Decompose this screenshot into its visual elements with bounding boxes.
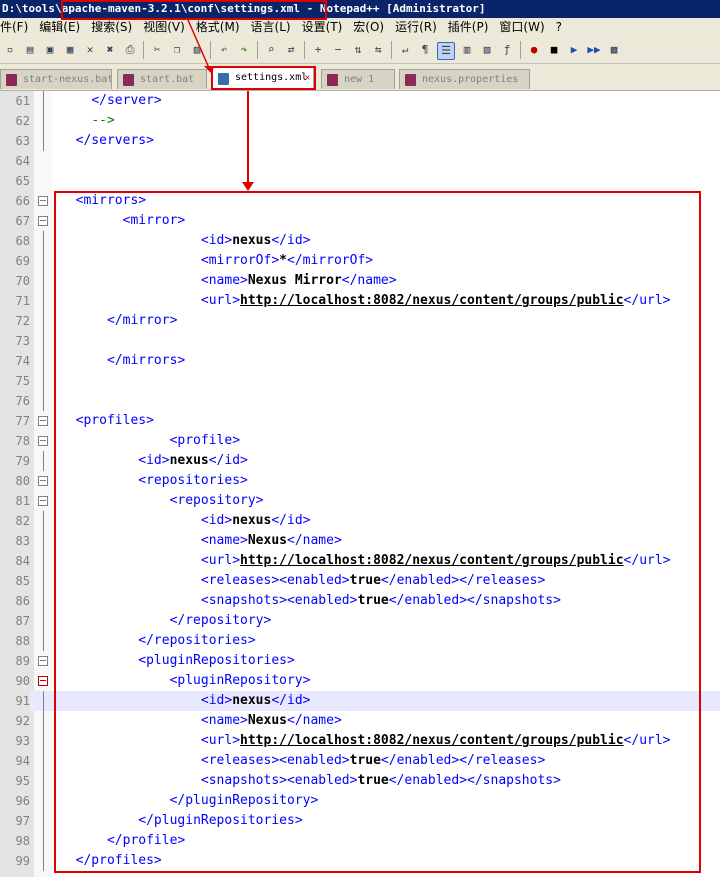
- annotation-arrows: [187, 19, 254, 191]
- annotation-curved-arrow: [187, 19, 210, 69]
- annotation-arrowhead: [242, 182, 254, 191]
- annotation-arrowhead-small: [204, 66, 214, 74]
